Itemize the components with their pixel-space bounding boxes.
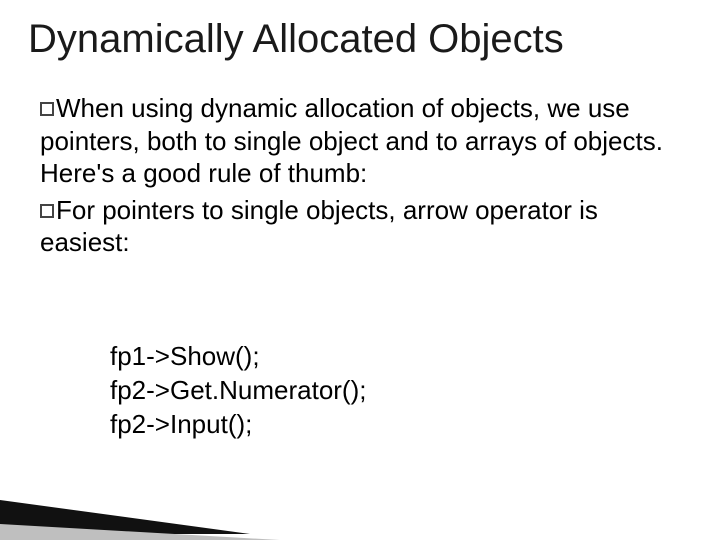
bullet-marker-icon: [40, 102, 54, 116]
bullet-item: For pointers to single objects, arrow op…: [40, 194, 690, 259]
bullet-marker-icon: [40, 204, 54, 218]
code-line: fp2->Get.Numerator();: [110, 374, 366, 408]
slide: Dynamically Allocated Objects When using…: [0, 0, 720, 540]
body-text: When using dynamic allocation of objects…: [40, 92, 690, 263]
code-block: fp1->Show(); fp2->Get.Numerator(); fp2->…: [110, 340, 366, 441]
code-line: fp1->Show();: [110, 340, 366, 374]
bullet-item: When using dynamic allocation of objects…: [40, 92, 690, 190]
code-line: fp2->Input();: [110, 408, 366, 442]
bullet-text: For pointers to single objects, arrow op…: [40, 195, 598, 258]
slide-title: Dynamically Allocated Objects: [28, 16, 700, 62]
decoration-wedge-gray: [0, 524, 280, 540]
bullet-text: When using dynamic allocation of objects…: [40, 93, 663, 188]
